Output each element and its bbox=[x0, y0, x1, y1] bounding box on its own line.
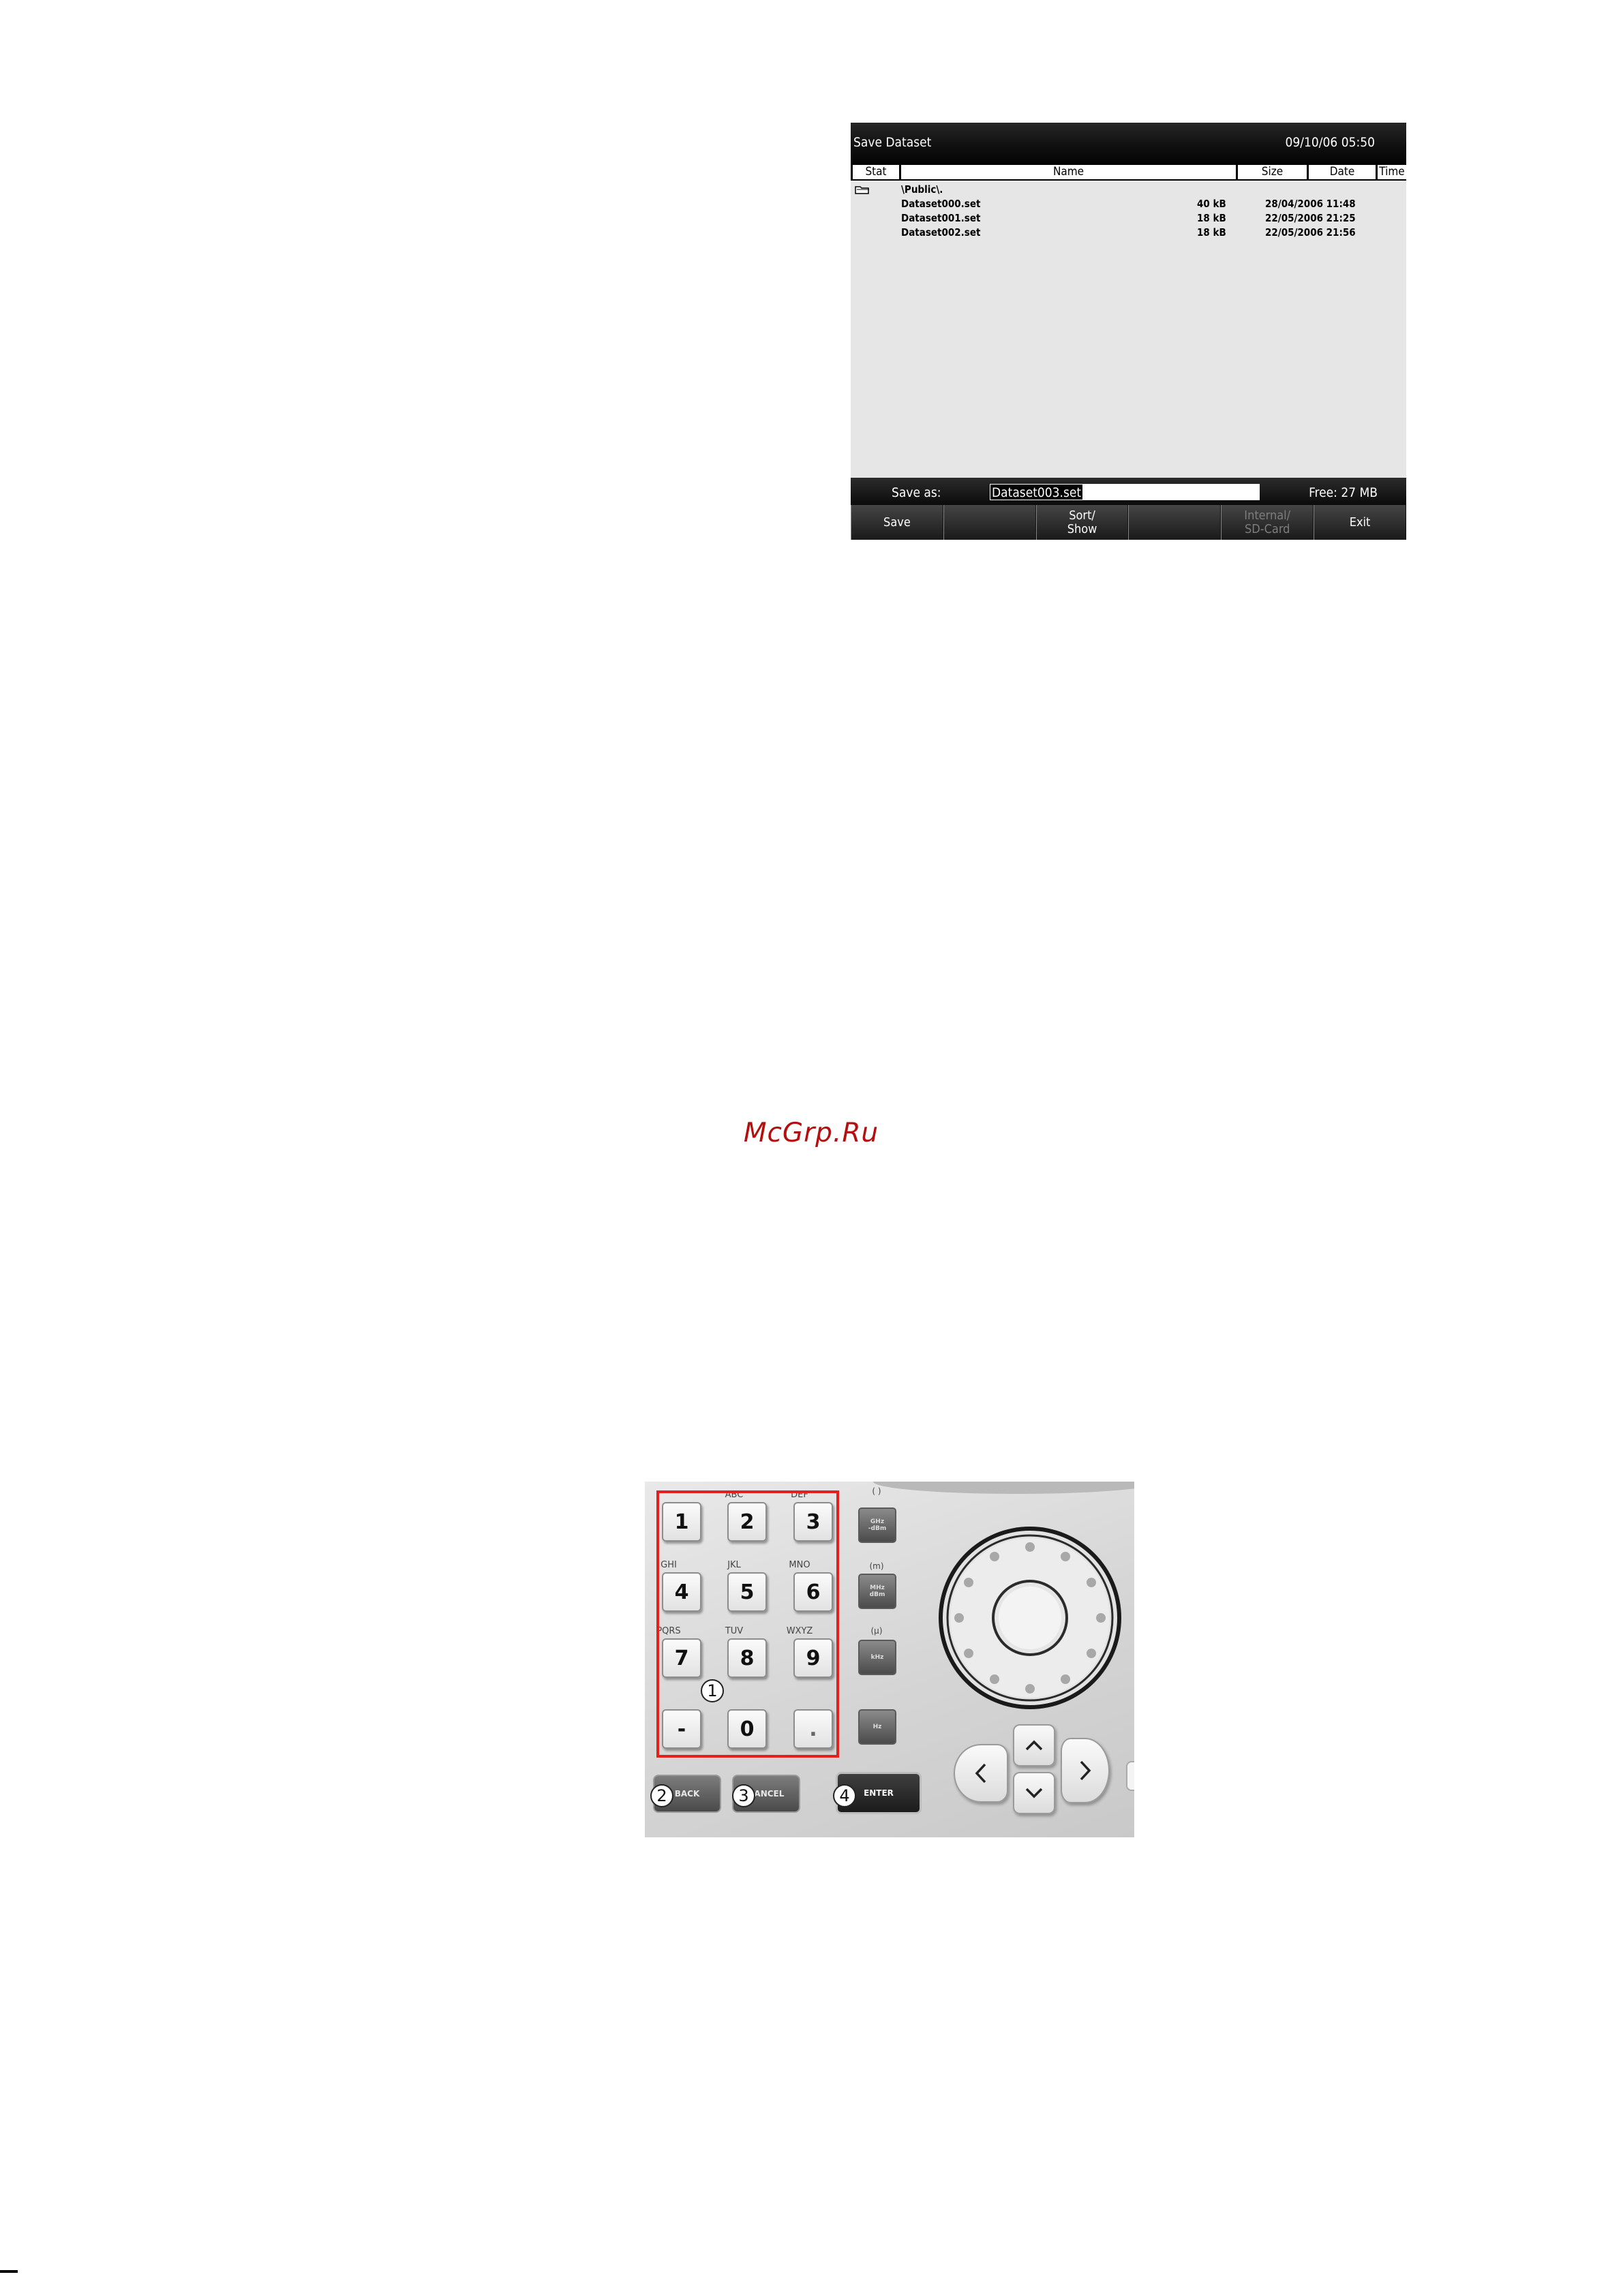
save-as-label: Save as: bbox=[892, 485, 941, 500]
unit-key-ghz[interactable]: GHz -dBm bbox=[858, 1507, 896, 1543]
column-header-time[interactable]: Time bbox=[1378, 165, 1406, 179]
folder-icon bbox=[855, 186, 869, 194]
column-header-date[interactable]: Date bbox=[1309, 165, 1376, 179]
folder-row[interactable]: \Public\. bbox=[851, 183, 1406, 197]
save-as-bar: Save as: Dataset003.set Free: 27 MB bbox=[851, 478, 1406, 505]
file-row[interactable]: Dataset001.set 18 kB 22/05/2006 21:25 bbox=[851, 211, 1406, 226]
numeric-keypad-highlight bbox=[656, 1490, 839, 1758]
file-list-header: Stat Name Size Date Time bbox=[851, 163, 1406, 181]
partial-key bbox=[1126, 1761, 1134, 1791]
file-list: \Public\. Dataset000.set 40 kB 28/04/200… bbox=[851, 183, 1406, 240]
chevron-up-icon bbox=[1025, 1740, 1043, 1751]
file-size: 18 kB bbox=[1197, 226, 1226, 239]
callout-4: 4 bbox=[833, 1784, 856, 1807]
unit-key-khz[interactable]: kHz bbox=[858, 1640, 896, 1675]
softkey-save[interactable]: Save bbox=[851, 505, 943, 540]
keypad-photo: ABC DEF GHI JKL MNO PQRS TUV WXYZ 1 2 3 … bbox=[645, 1482, 1134, 1837]
watermark: McGrp.Ru bbox=[743, 1118, 879, 1148]
column-header-stat[interactable]: Stat bbox=[853, 165, 899, 179]
softkey-exit[interactable]: Exit bbox=[1314, 505, 1406, 540]
unit-label: ( ) bbox=[872, 1486, 881, 1496]
chevron-left-icon bbox=[975, 1763, 986, 1784]
callout-3: 3 bbox=[732, 1784, 755, 1807]
file-name: Dataset001.set bbox=[901, 212, 981, 224]
softkey-internal-sd-card[interactable]: Internal/ SD-Card bbox=[1221, 505, 1314, 540]
file-size: 18 kB bbox=[1197, 212, 1226, 224]
save-as-input[interactable]: Dataset003.set bbox=[990, 484, 1260, 500]
callout-2: 2 bbox=[650, 1784, 673, 1807]
chevron-right-icon bbox=[1080, 1760, 1091, 1781]
column-header-size[interactable]: Size bbox=[1238, 165, 1307, 179]
file-name: Dataset002.set bbox=[901, 226, 981, 239]
arrow-right-key[interactable] bbox=[1061, 1738, 1110, 1803]
softkey-blank-2[interactable] bbox=[943, 505, 1036, 540]
unit-key-mhz[interactable]: MHz dBm bbox=[858, 1574, 896, 1609]
page-edge-mark bbox=[0, 2270, 18, 2273]
unit-key-hz[interactable]: Hz bbox=[858, 1709, 896, 1745]
arrow-down-key[interactable] bbox=[1013, 1772, 1055, 1814]
file-row[interactable]: Dataset000.set 40 kB 28/04/2006 11:48 bbox=[851, 197, 1406, 211]
softkey-blank-4[interactable] bbox=[1128, 505, 1222, 540]
arrow-up-key[interactable] bbox=[1013, 1724, 1055, 1766]
datetime-display: 09/10/06 05:50 bbox=[1285, 135, 1375, 150]
dialog-title: Save Dataset bbox=[853, 135, 932, 150]
panel-edge bbox=[873, 1482, 1134, 1494]
file-size: 40 kB bbox=[1197, 198, 1226, 210]
file-datetime: 28/04/2006 11:48 bbox=[1265, 198, 1356, 210]
file-name: Dataset000.set bbox=[901, 198, 981, 210]
file-row[interactable]: Dataset002.set 18 kB 22/05/2006 21:56 bbox=[851, 226, 1406, 240]
folder-path: \Public\. bbox=[901, 183, 943, 196]
unit-label: (m) bbox=[869, 1561, 884, 1571]
arrow-left-key[interactable] bbox=[954, 1744, 1008, 1803]
file-datetime: 22/05/2006 21:56 bbox=[1265, 226, 1356, 239]
chevron-down-icon bbox=[1025, 1788, 1043, 1798]
title-bar: Save Dataset 09/10/06 05:50 bbox=[851, 123, 1406, 163]
unit-label: (μ) bbox=[870, 1626, 883, 1636]
callout-1: 1 bbox=[701, 1679, 724, 1702]
save-dataset-screen: Save Dataset 09/10/06 05:50 Stat Name Si… bbox=[851, 123, 1406, 540]
file-datetime: 22/05/2006 21:25 bbox=[1265, 212, 1356, 224]
save-as-value: Dataset003.set bbox=[990, 484, 1084, 500]
column-header-name[interactable]: Name bbox=[901, 165, 1236, 179]
free-space: Free: 27 MB bbox=[1309, 485, 1378, 500]
softkey-sort-show[interactable]: Sort/ Show bbox=[1035, 505, 1129, 540]
rotary-knob[interactable] bbox=[935, 1522, 1125, 1713]
softkey-bar: Save Sort/ Show Internal/ SD-Card Exit bbox=[851, 505, 1406, 540]
